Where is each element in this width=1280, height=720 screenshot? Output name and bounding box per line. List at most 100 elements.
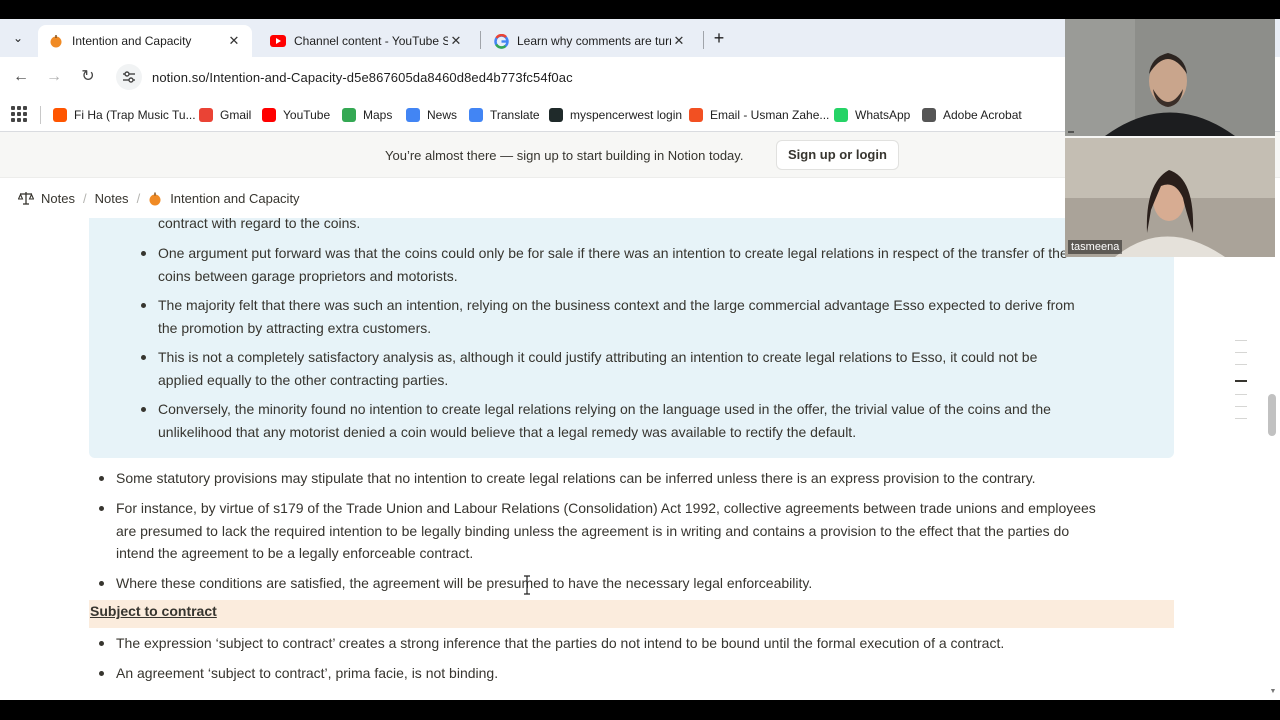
tab-close-icon[interactable]: ✕ bbox=[226, 33, 242, 49]
soundcloud-icon bbox=[53, 108, 67, 122]
youtube-icon bbox=[262, 108, 276, 122]
bullet-dot bbox=[141, 407, 146, 412]
back-arrow-icon[interactable]: ← bbox=[10, 66, 32, 88]
participant-name: tasmeena bbox=[1068, 240, 1123, 254]
translate-icon bbox=[469, 108, 483, 122]
outline-marker-active[interactable] bbox=[1235, 380, 1247, 382]
bookmark-label: YouTube bbox=[283, 108, 331, 122]
callout-bullet-text: Conversely, the minority found no intent… bbox=[158, 401, 1051, 417]
bookmark-label: Adobe Acrobat bbox=[943, 108, 1022, 122]
callout-bullet-text: the promotion by attracting extra custom… bbox=[158, 319, 432, 336]
bullet-text: The expression ‘subject to contract’ cre… bbox=[116, 635, 1005, 651]
callout-bullet-text: One argument put forward was that the co… bbox=[158, 245, 1068, 261]
bookmark-item[interactable]: Adobe Acrobat bbox=[922, 105, 1022, 125]
bookmark-label: Email - Usman Zahe... bbox=[710, 108, 830, 122]
site-settings-icon[interactable] bbox=[116, 64, 142, 90]
apps-grid-icon[interactable] bbox=[11, 106, 27, 122]
tab-intention-and-capacity[interactable]: Intention and Capacity ✕ bbox=[38, 25, 252, 57]
outline-marker[interactable] bbox=[1235, 340, 1247, 341]
participant-name bbox=[1068, 131, 1074, 133]
bullet-dot bbox=[141, 303, 146, 308]
bookmark-item[interactable]: Translate bbox=[469, 105, 540, 125]
breadcrumb-item-notes[interactable]: Notes bbox=[91, 191, 133, 206]
outline-marker[interactable] bbox=[1235, 394, 1247, 395]
bookmark-item[interactable]: myspencerwest login bbox=[549, 105, 682, 125]
gmail-icon bbox=[199, 108, 213, 122]
bullet-text: Some statutory provisions may stipulate … bbox=[116, 470, 1036, 486]
google-favicon bbox=[493, 33, 509, 49]
bullet-text: are presumed to lack the required intent… bbox=[116, 522, 1070, 539]
tab-separator bbox=[703, 31, 704, 49]
tab-title: Intention and Capacity bbox=[72, 34, 192, 48]
bookmark-item[interactable]: Gmail bbox=[199, 105, 251, 125]
scales-icon bbox=[18, 191, 34, 205]
callout-bullet-text: unlikelihood that any motorist denied a … bbox=[158, 423, 857, 440]
tab-search-chevron-icon[interactable]: ⌄ bbox=[8, 28, 28, 48]
screen: ⌄ Intention and Capacity ✕ Channel conte… bbox=[0, 0, 1280, 720]
bullet-dot bbox=[99, 581, 104, 586]
scroll-down-arrow-icon[interactable]: ▼ bbox=[1268, 688, 1278, 695]
bookmark-label: News bbox=[427, 108, 458, 122]
bookmark-label: Maps bbox=[363, 108, 393, 122]
bullet-dot bbox=[99, 671, 104, 676]
youtube-studio-favicon bbox=[270, 33, 286, 49]
tab-separator bbox=[480, 31, 481, 49]
section-heading: Subject to contract bbox=[90, 603, 217, 619]
breadcrumb-label: Notes bbox=[94, 190, 129, 206]
bullet-dot bbox=[141, 251, 146, 256]
banner-text: You’re almost there — sign up to start b… bbox=[385, 148, 744, 163]
bookmark-item[interactable]: YouTube bbox=[262, 105, 330, 125]
video-participant-tile bbox=[1065, 19, 1275, 136]
callout-bullet-text: The majority felt that there was such an… bbox=[158, 297, 1075, 313]
bookmark-label: WhatsApp bbox=[855, 108, 911, 122]
breadcrumb-label: Intention and Capacity bbox=[170, 190, 300, 206]
breadcrumb-item-current-page[interactable]: Intention and Capacity bbox=[144, 191, 303, 206]
bookmark-item[interactable]: WhatsApp bbox=[834, 105, 910, 125]
signup-login-button[interactable]: Sign up or login bbox=[776, 140, 899, 170]
outline-marker[interactable] bbox=[1235, 418, 1247, 419]
bookmark-label: myspencerwest login bbox=[570, 108, 683, 122]
bullet-dot bbox=[141, 355, 146, 360]
orange-page-icon bbox=[148, 191, 162, 206]
bullet-text: intend the agreement to be a legally enf… bbox=[116, 545, 474, 561]
callout-bullet-text: applied equally to the other contracting… bbox=[158, 371, 449, 388]
bookmarks-divider bbox=[40, 106, 41, 124]
bookmark-item[interactable]: Maps bbox=[342, 105, 392, 125]
callout-bullet-text: coins between garage proprietors and mot… bbox=[158, 267, 458, 284]
bookmark-item[interactable]: News bbox=[406, 105, 457, 125]
bullet-dot bbox=[99, 506, 104, 511]
tab-title: Channel content - YouTube Stu bbox=[294, 34, 448, 48]
scrollbar-thumb[interactable] bbox=[1268, 394, 1276, 436]
globe-icon bbox=[922, 108, 936, 122]
breadcrumb-separator: / bbox=[82, 190, 87, 206]
outline-marker[interactable] bbox=[1235, 364, 1247, 365]
news-icon bbox=[406, 108, 420, 122]
top-black-bar bbox=[0, 0, 1280, 19]
bullet-text: An agreement ‘subject to contract’, prim… bbox=[116, 665, 499, 681]
tab-youtube-studio[interactable]: Channel content - YouTube Stu ✕ bbox=[260, 25, 474, 57]
tab-title: Learn why comments are turne bbox=[517, 34, 671, 48]
tab-close-icon[interactable]: ✕ bbox=[671, 33, 687, 49]
forward-arrow-icon[interactable]: → bbox=[43, 66, 65, 88]
page-content: contract with regard to the coins. One ar… bbox=[0, 218, 1280, 700]
outline-marker[interactable] bbox=[1235, 406, 1247, 407]
bookmark-item[interactable]: Fi Ha (Trap Music Tu... bbox=[53, 105, 196, 125]
callout-bullet-text: This is not a completely satisfactory an… bbox=[158, 349, 1038, 365]
address-bar[interactable]: notion.so/Intention-and-Capacity-d5e8676… bbox=[110, 61, 1110, 93]
breadcrumb-item-notes-workspace[interactable]: Notes bbox=[14, 191, 79, 206]
notion-orange-favicon bbox=[48, 33, 64, 49]
outline-marker[interactable] bbox=[1235, 352, 1247, 353]
text-cursor-icon bbox=[524, 575, 530, 595]
reload-icon[interactable]: ↻ bbox=[77, 66, 99, 88]
video-participant-tile: tasmeena bbox=[1065, 138, 1275, 257]
microsoft-icon bbox=[689, 108, 703, 122]
bottom-black-bar bbox=[0, 700, 1280, 720]
url-text[interactable]: notion.so/Intention-and-Capacity-d5e8676… bbox=[152, 70, 573, 85]
bookmark-label: Fi Ha (Trap Music Tu... bbox=[74, 108, 196, 122]
tab-google-comments[interactable]: Learn why comments are turne ✕ bbox=[483, 25, 697, 57]
bookmark-item[interactable]: Email - Usman Zahe... bbox=[689, 105, 829, 125]
new-tab-button[interactable]: + bbox=[709, 28, 729, 48]
participant-video-feed bbox=[1065, 19, 1275, 136]
tab-close-icon[interactable]: ✕ bbox=[448, 33, 464, 49]
bullet-text: Where these conditions are satisfied, th… bbox=[116, 575, 813, 591]
